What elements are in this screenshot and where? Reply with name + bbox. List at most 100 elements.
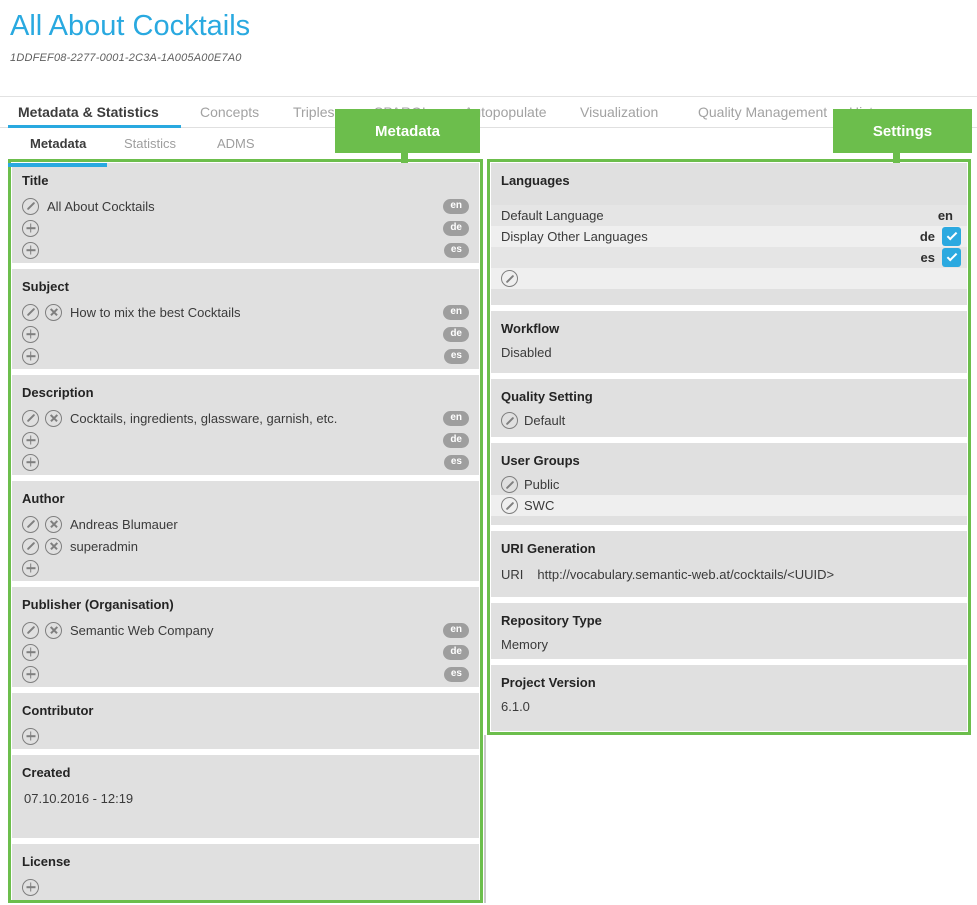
edit-icon[interactable]: [501, 497, 518, 514]
remove-icon[interactable]: [45, 622, 62, 639]
subtab-adms[interactable]: ADMS: [217, 129, 255, 159]
metadata-row: de: [22, 323, 469, 345]
metadata-panel: Title All About Cocktails en de es Subje…: [8, 159, 483, 903]
lang-badge: es: [444, 455, 469, 470]
section-heading: Author: [22, 491, 469, 506]
add-icon[interactable]: [22, 728, 39, 745]
metadata-row: es: [22, 451, 469, 473]
section-heading: License: [22, 854, 469, 869]
lang-badge: es: [444, 243, 469, 258]
metadata-callout-label: Metadata: [335, 109, 480, 153]
lang-badge: de: [443, 327, 469, 342]
add-icon[interactable]: [22, 348, 39, 365]
section-quality-setting: Quality Setting Default: [491, 379, 967, 437]
add-icon[interactable]: [22, 560, 39, 577]
lang-badge: en: [443, 199, 469, 214]
section-license: License: [12, 844, 479, 903]
add-icon[interactable]: [22, 220, 39, 237]
metadata-row: de: [22, 429, 469, 451]
section-heading: Project Version: [501, 675, 957, 690]
lang-code: es: [921, 250, 935, 265]
metadata-row: [22, 876, 469, 898]
edit-languages-row: [491, 268, 967, 289]
edit-icon[interactable]: [501, 412, 518, 429]
metadata-row: Semantic Web Company en: [22, 619, 469, 641]
repository-type-value: Memory: [491, 634, 967, 655]
section-publisher: Publisher (Organisation) Semantic Web Co…: [12, 587, 479, 687]
lang-badge: de: [443, 645, 469, 660]
edit-icon[interactable]: [22, 304, 39, 321]
tab-triples[interactable]: Triples: [293, 97, 335, 128]
edit-icon[interactable]: [22, 622, 39, 639]
field-value: 07.10.2016 - 12:19: [24, 791, 133, 806]
metadata-row: superadmin: [22, 535, 469, 557]
add-icon[interactable]: [22, 326, 39, 343]
lang-badge: en: [443, 411, 469, 426]
lang-code: de: [920, 229, 935, 244]
tab-concepts[interactable]: Concepts: [200, 97, 259, 128]
settings-callout-label: Settings: [833, 109, 972, 153]
tab-quality-management[interactable]: Quality Management: [698, 97, 827, 128]
subtab-metadata[interactable]: Metadata: [30, 129, 86, 159]
metadata-row: de: [22, 217, 469, 239]
language-checkbox[interactable]: [942, 248, 961, 267]
active-subtab-underline: [8, 163, 107, 167]
section-heading: Created: [22, 765, 469, 780]
metadata-row: [22, 725, 469, 747]
add-icon[interactable]: [22, 454, 39, 471]
add-icon[interactable]: [22, 432, 39, 449]
field-value: Disabled: [501, 345, 552, 360]
edit-icon[interactable]: [22, 516, 39, 533]
edit-icon[interactable]: [501, 476, 518, 493]
section-subject: Subject How to mix the best Cocktails en…: [12, 269, 479, 369]
add-icon[interactable]: [22, 242, 39, 259]
lang-badge: de: [443, 221, 469, 236]
add-icon[interactable]: [22, 644, 39, 661]
lang-badge: en: [443, 305, 469, 320]
edit-icon[interactable]: [22, 410, 39, 427]
section-uri-generation: URI Generation URI http://vocabulary.sem…: [491, 531, 967, 597]
active-tab-underline: [8, 125, 181, 128]
remove-icon[interactable]: [45, 304, 62, 321]
section-title: Title All About Cocktails en de es: [12, 163, 479, 263]
language-setting-label: Display Other Languages: [501, 229, 920, 244]
field-value: 6.1.0: [501, 699, 530, 714]
column-divider: [484, 735, 486, 903]
user-group-name: Public: [524, 477, 559, 492]
remove-icon[interactable]: [45, 516, 62, 533]
user-group-row: SWC: [491, 495, 967, 516]
metadata-row: es: [22, 239, 469, 261]
remove-icon[interactable]: [45, 410, 62, 427]
add-icon[interactable]: [22, 879, 39, 896]
tab-visualization[interactable]: Visualization: [580, 97, 658, 128]
check-icon: [946, 251, 957, 262]
section-heading: Workflow: [501, 321, 957, 336]
language-row: Display Other Languages de: [491, 226, 967, 247]
section-description: Description Cocktails, ingredients, glas…: [12, 375, 479, 475]
section-heading: Repository Type: [501, 613, 957, 628]
language-row: es: [491, 247, 967, 268]
edit-icon[interactable]: [501, 270, 518, 287]
metadata-row: Cocktails, ingredients, glassware, garni…: [22, 407, 469, 429]
metadata-row: de: [22, 641, 469, 663]
remove-icon[interactable]: [45, 538, 62, 555]
edit-icon[interactable]: [22, 198, 39, 215]
field-value: Cocktails, ingredients, glassware, garni…: [70, 411, 337, 426]
section-user-groups: User Groups Public SWC: [491, 443, 967, 525]
created-date: 07.10.2016 - 12:19: [22, 787, 469, 809]
language-checkbox[interactable]: [942, 227, 961, 246]
edit-icon[interactable]: [22, 538, 39, 555]
tab-metadata-statistics[interactable]: Metadata & Statistics: [18, 97, 159, 128]
add-icon[interactable]: [22, 666, 39, 683]
section-heading: User Groups: [501, 453, 957, 468]
section-heading: Quality Setting: [501, 389, 957, 404]
section-repository-type: Repository Type Memory: [491, 603, 967, 659]
metadata-row: es: [22, 345, 469, 367]
field-value: All About Cocktails: [47, 199, 155, 214]
subtab-statistics[interactable]: Statistics: [124, 129, 176, 159]
section-created: Created 07.10.2016 - 12:19: [12, 755, 479, 838]
section-heading: Description: [22, 385, 469, 400]
field-value: Semantic Web Company: [70, 623, 214, 638]
user-group-name: SWC: [524, 498, 554, 513]
section-workflow: Workflow Disabled: [491, 311, 967, 373]
